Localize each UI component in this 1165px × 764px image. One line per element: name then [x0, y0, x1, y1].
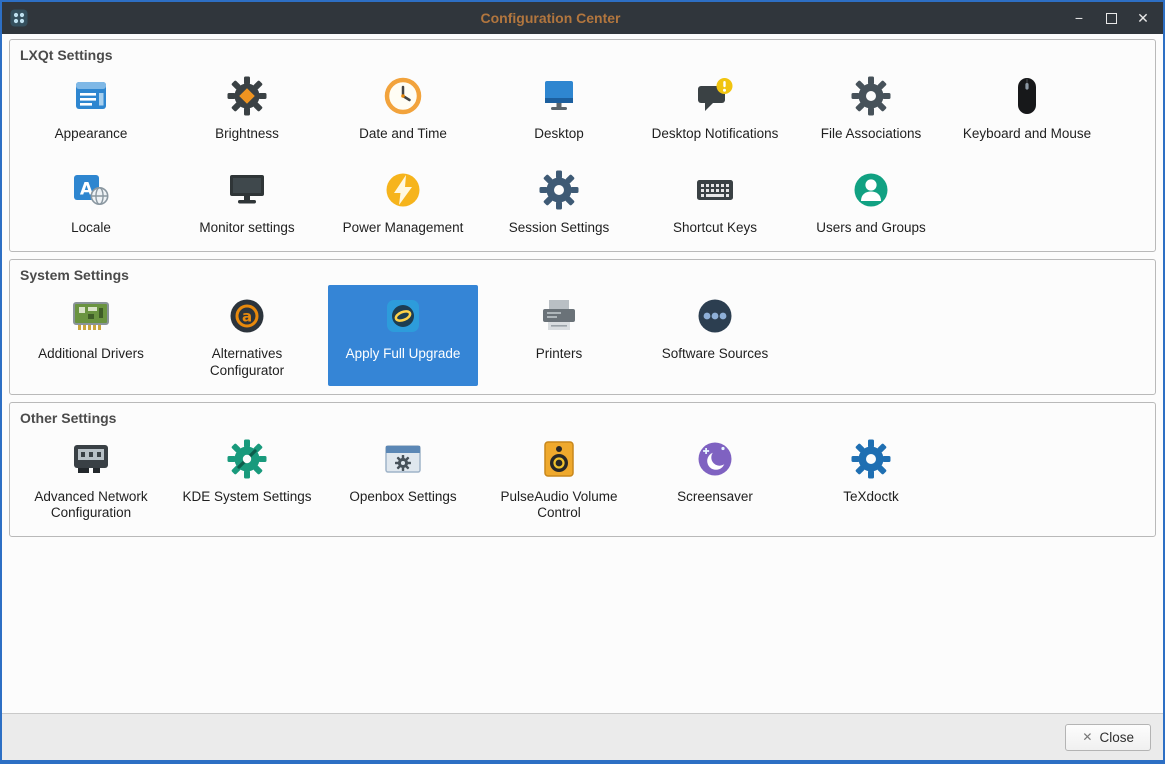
- app-item-label: KDE System Settings: [182, 488, 312, 504]
- minimize-button[interactable]: −: [1071, 2, 1087, 34]
- configuration-center-window: Configuration Center − ✕ LXQt Settings A…: [0, 0, 1165, 764]
- app-item-apply-full-upgrade[interactable]: Apply Full Upgrade: [328, 284, 478, 386]
- app-item-additional-drivers[interactable]: Additional Drivers: [16, 285, 166, 386]
- app-item-label: TeXdoctk: [843, 488, 899, 504]
- app-item-label: Appearance: [54, 126, 128, 141]
- close-button-label: Close: [1099, 729, 1134, 745]
- apply-full-upgrade-icon: [381, 293, 425, 339]
- app-item-desktop[interactable]: Desktop: [484, 65, 634, 149]
- app-item-alternatives-configurator[interactable]: a Alternatives Configurator: [172, 285, 322, 386]
- advanced-network-icon: [69, 436, 113, 482]
- app-item-label: Session Settings: [508, 219, 610, 235]
- app-item-label: Software Sources: [661, 345, 769, 361]
- app-item-pulseaudio[interactable]: PulseAudio Volume Control: [484, 428, 634, 529]
- app-item-label: Monitor settings: [199, 219, 295, 235]
- openbox-settings-icon: [381, 436, 425, 482]
- shortcut-keys-icon: [693, 167, 737, 213]
- pulseaudio-icon: [537, 436, 581, 482]
- settings-content: LXQt Settings Appearance Brightness Date…: [2, 34, 1163, 713]
- app-item-session-settings[interactable]: Session Settings: [484, 159, 634, 243]
- window-icon: [10, 8, 30, 28]
- svg-text:a: a: [242, 307, 252, 325]
- titlebar[interactable]: Configuration Center − ✕: [2, 2, 1163, 34]
- power-management-icon: [381, 167, 425, 213]
- app-item-label: Users and Groups: [816, 219, 926, 235]
- app-item-label: PulseAudio Volume Control: [500, 488, 618, 521]
- app-item-label: Additional Drivers: [38, 345, 144, 361]
- app-item-desktop-notifications[interactable]: Desktop Notifications: [640, 65, 790, 149]
- additional-drivers-icon: [69, 293, 113, 339]
- app-item-keyboard-mouse[interactable]: Keyboard and Mouse: [952, 65, 1102, 149]
- keyboard-mouse-icon: [1005, 73, 1049, 119]
- brightness-icon: [225, 73, 269, 119]
- app-item-screensaver[interactable]: Screensaver: [640, 428, 790, 529]
- app-item-label: Desktop: [534, 126, 584, 141]
- close-button[interactable]: ✕ Close: [1065, 723, 1151, 751]
- desktop-icon: [537, 73, 581, 119]
- group-system-settings: System Settings Additional Drivers a Alt…: [9, 258, 1156, 395]
- app-item-openbox-settings[interactable]: Openbox Settings: [328, 428, 478, 529]
- printers-icon: [537, 293, 581, 339]
- app-item-label: Desktop Notifications: [651, 126, 779, 141]
- app-item-power-management[interactable]: Power Management: [328, 159, 478, 243]
- app-item-label: Apply Full Upgrade: [345, 345, 461, 361]
- maximize-button[interactable]: [1103, 2, 1119, 34]
- screensaver-icon: [693, 436, 737, 482]
- app-item-kde-system-settings[interactable]: KDE System Settings: [172, 428, 322, 529]
- locale-icon: A: [69, 167, 113, 213]
- app-item-shortcut-keys[interactable]: Shortcut Keys: [640, 159, 790, 243]
- texdoctk-icon: [849, 436, 893, 482]
- app-item-label: Printers: [535, 345, 583, 361]
- app-item-monitor-settings[interactable]: Monitor settings: [172, 159, 322, 243]
- software-sources-icon: [693, 293, 737, 339]
- app-item-label: Openbox Settings: [349, 488, 457, 504]
- date-time-icon: [381, 73, 425, 119]
- app-item-label: Screensaver: [677, 488, 753, 504]
- app-item-label: Brightness: [215, 126, 279, 141]
- dialog-button-bar: ✕ Close: [2, 713, 1163, 760]
- close-window-button[interactable]: ✕: [1135, 2, 1151, 34]
- group-other-settings: Other Settings Advanced Network Configur…: [9, 401, 1156, 538]
- app-item-texdoctk[interactable]: TeXdoctk: [796, 428, 946, 529]
- maximize-icon: [1105, 12, 1117, 24]
- appearance-icon: [69, 73, 113, 119]
- window-title: Configuration Center: [480, 10, 621, 26]
- group-lxqt-settings: LXQt Settings Appearance Brightness Date…: [9, 39, 1156, 252]
- app-item-label: Alternatives Configurator: [209, 345, 285, 378]
- group-title: Other Settings: [20, 409, 117, 426]
- app-item-label: Power Management: [342, 219, 464, 235]
- app-item-label: Locale: [71, 219, 111, 235]
- app-item-advanced-network[interactable]: Advanced Network Configuration: [16, 428, 166, 529]
- app-item-printers[interactable]: Printers: [484, 285, 634, 386]
- desktop-notifications-icon: [693, 73, 737, 119]
- users-groups-icon: [849, 167, 893, 213]
- file-associations-icon: [849, 73, 893, 119]
- kde-system-settings-icon: [225, 436, 269, 482]
- app-item-label: Date and Time: [359, 126, 447, 141]
- app-item-locale[interactable]: A Locale: [16, 159, 166, 243]
- close-button-icon: ✕: [1082, 730, 1093, 744]
- session-settings-icon: [537, 167, 581, 213]
- alternatives-configurator-icon: a: [225, 293, 269, 339]
- app-item-date-time[interactable]: Date and Time: [328, 65, 478, 149]
- app-item-software-sources[interactable]: Software Sources: [640, 285, 790, 386]
- app-item-label: File Associations: [820, 126, 922, 141]
- app-item-brightness[interactable]: Brightness: [172, 65, 322, 149]
- monitor-settings-icon: [225, 167, 269, 213]
- app-item-label: Shortcut Keys: [672, 219, 758, 235]
- group-title: LXQt Settings: [20, 47, 113, 63]
- app-item-file-associations[interactable]: File Associations: [796, 65, 946, 149]
- group-title: System Settings: [20, 266, 129, 283]
- app-item-appearance[interactable]: Appearance: [16, 65, 166, 149]
- app-item-users-groups[interactable]: Users and Groups: [796, 159, 946, 243]
- app-item-label: Advanced Network Configuration: [34, 488, 148, 521]
- app-item-label: Keyboard and Mouse: [962, 126, 1092, 141]
